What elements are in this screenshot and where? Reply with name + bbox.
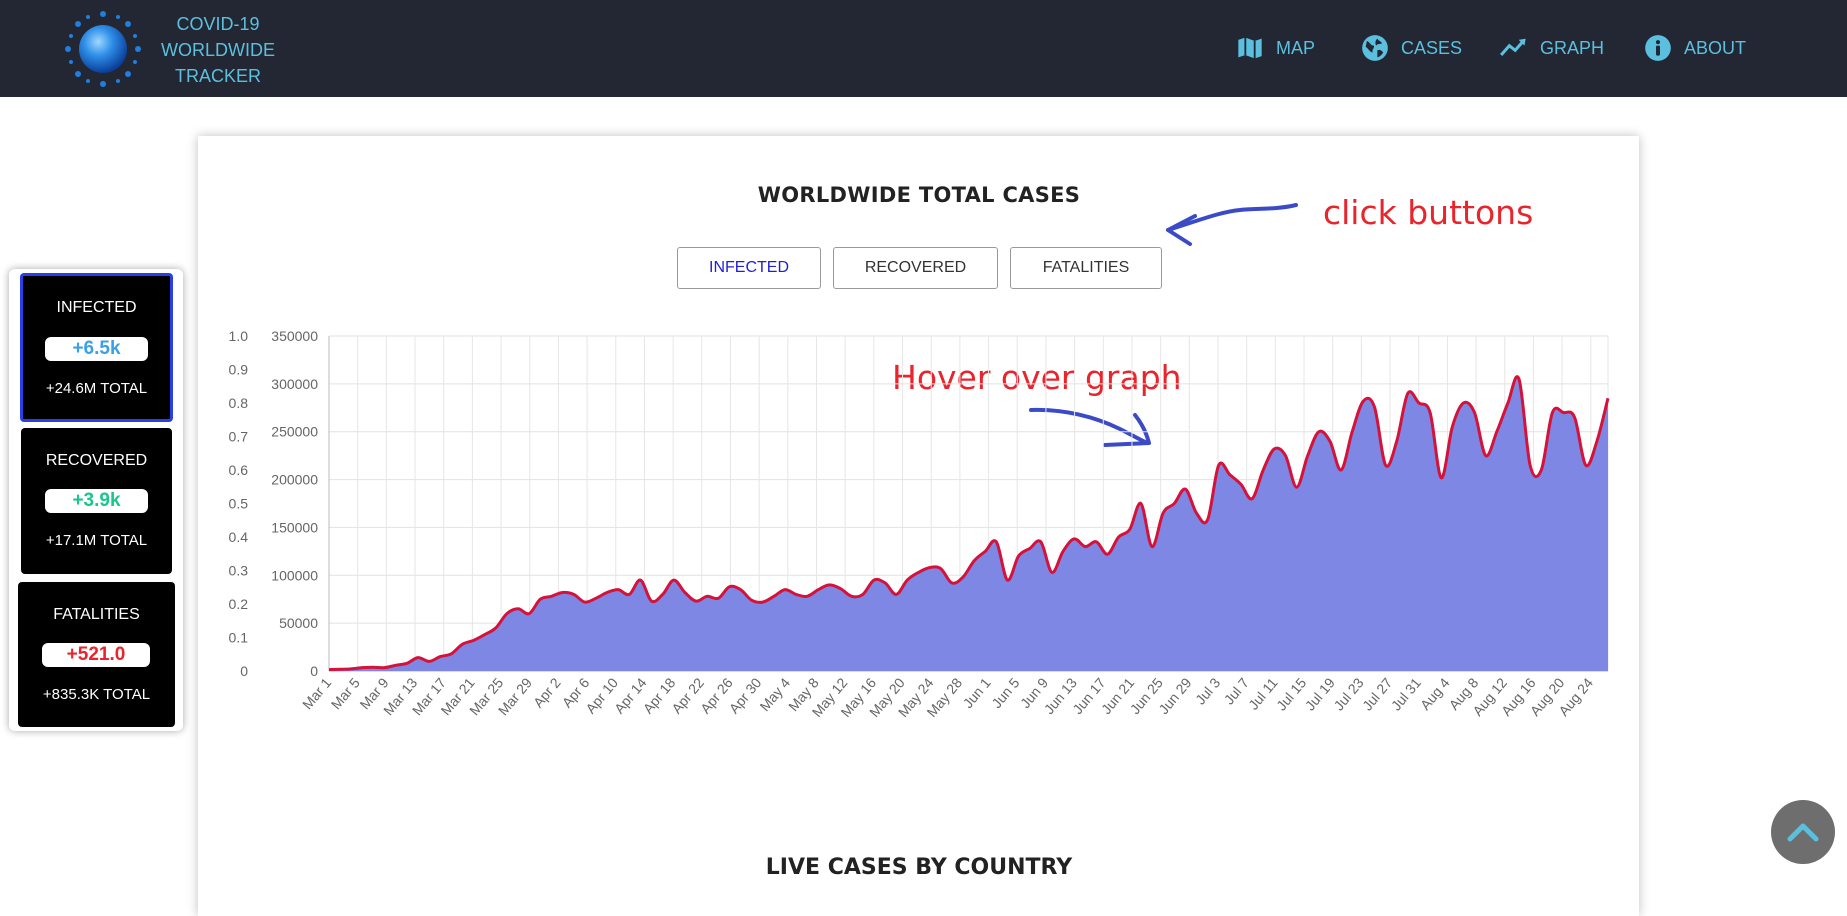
x-tick-label: Jul 15 (1273, 674, 1309, 713)
x-tick-label: May 4 (756, 674, 793, 714)
live-cases-section-title: LIVE CASES BY COUNTRY (765, 855, 1073, 880)
x-tick-label: Jul 23 (1330, 674, 1366, 713)
y2-tick-label: 0.1 (229, 630, 249, 646)
fatalities-delta-badge: +521.0 (42, 643, 150, 667)
infected-total-text: +24.6M TOTAL (45, 380, 148, 397)
y-tick-label: 100000 (271, 567, 318, 583)
cases-area-chart[interactable]: 0 0.1 0.2 0.3 0.4 0.5 0.6 0.7 0.8 0.9 1.0 0 50000 10… (0, 0, 1847, 740)
x-tick-label: Jun 29 (1155, 674, 1194, 717)
y2-tick-label: 0 (240, 663, 248, 679)
y2-tick-label: 0.9 (229, 362, 249, 378)
y2-tick-label: 0.7 (229, 429, 249, 445)
recovered-stat-card[interactable]: RECOVERED +3.9k +17.1M TOTAL (21, 428, 172, 574)
y-tick-label: 350000 (271, 328, 318, 344)
recovered-stat-label: RECOVERED (45, 452, 148, 469)
x-tick-label: Mar 1 (299, 674, 334, 712)
recovered-total-text: +17.1M TOTAL (45, 532, 148, 549)
fatalities-stat-label: FATALITIES (53, 606, 140, 623)
x-tick-label: Jun 5 (988, 674, 1022, 711)
recovered-delta-badge: +3.9k (45, 489, 148, 513)
x-tick-label: Jul 31 (1388, 674, 1424, 713)
fatalities-stat-card[interactable]: FATALITIES +521.0 +835.3K TOTAL (18, 582, 175, 727)
y-tick-label: 150000 (271, 519, 318, 535)
fatalities-total-text: +835.3K TOTAL (42, 686, 151, 703)
infected-stat-card[interactable]: INFECTED +6.5k +24.6M TOTAL (20, 273, 173, 422)
y2-tick-label: 1.0 (229, 328, 249, 344)
y-tick-label: 200000 (271, 472, 318, 488)
x-tick-label: Mar 5 (328, 674, 363, 712)
y2-tick-label: 0.8 (229, 395, 249, 411)
x-tick-label: Jun 1 (960, 674, 994, 711)
y2-tick-label: 0.5 (229, 496, 249, 512)
y-tick-label: 50000 (279, 615, 318, 631)
x-tick-label: Apr 30 (726, 674, 765, 716)
x-tick-label: Aug 4 (1417, 674, 1453, 712)
y2-tick-label: 0.2 (229, 596, 249, 612)
y2-tick-label: 0.4 (229, 529, 249, 545)
infected-area[interactable] (329, 376, 1608, 671)
infected-stat-label: INFECTED (56, 299, 137, 316)
x-tick-label: Jul 19 (1302, 674, 1338, 713)
x-tick-label: Jul 27 (1359, 674, 1395, 713)
y2-tick-label: 0.6 (229, 462, 249, 478)
chevron-up-icon (1787, 823, 1819, 842)
y-tick-label: 250000 (271, 424, 318, 440)
scroll-to-top-button[interactable] (1771, 800, 1835, 864)
x-tick-label: Apr 2 (530, 674, 564, 710)
y2-tick-label: 0.3 (229, 563, 249, 579)
infected-delta-badge: +6.5k (45, 337, 148, 361)
y-tick-label: 0 (310, 663, 318, 679)
x-tick-label: Jul 11 (1245, 674, 1281, 712)
x-tick-label: Jul 3 (1192, 674, 1223, 707)
y-tick-label: 300000 (271, 376, 318, 392)
